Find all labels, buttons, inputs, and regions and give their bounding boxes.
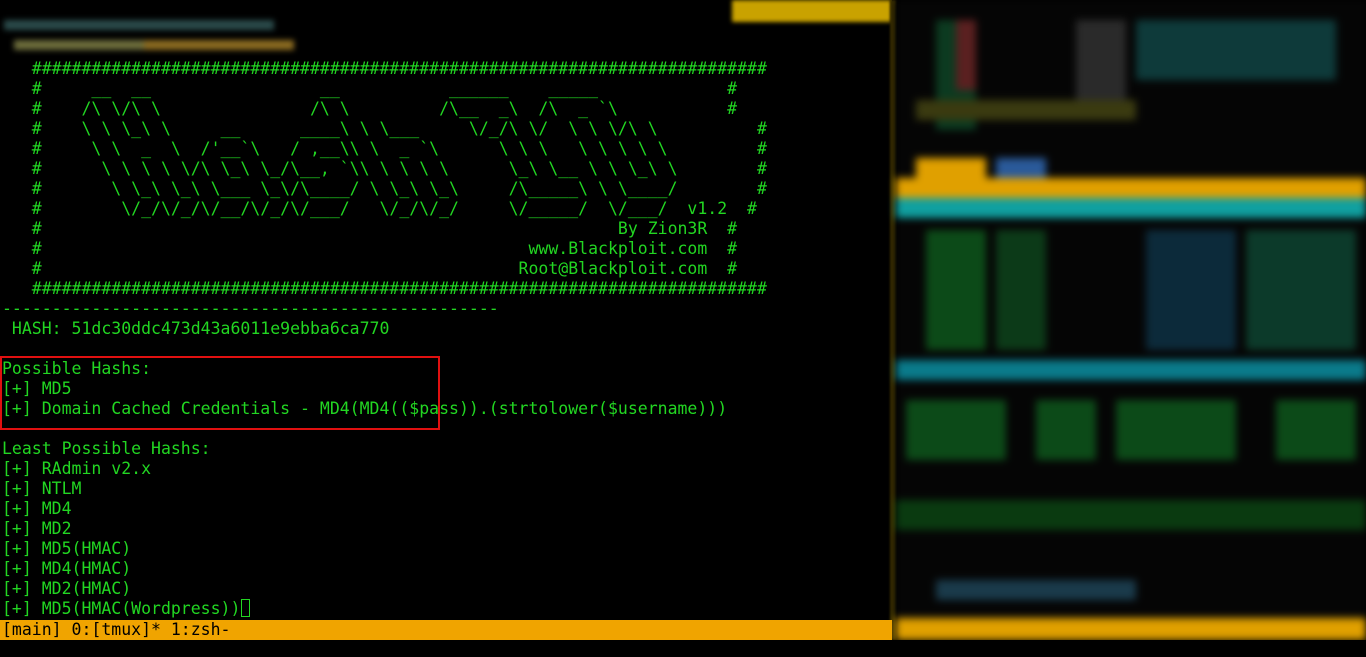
banner-line: # \ \_\ \_\ \___ \_\/\____/ \ \_\ \_\ /\…: [2, 179, 767, 198]
least-hash-item: [+] NTLM: [2, 479, 82, 498]
least-hash-item: [+] RAdmin v2.x: [2, 459, 152, 478]
least-hash-item: [+] MD5(HMAC(Wordpress)): [2, 599, 241, 618]
least-hashes-header: Least Possible Hashs:: [2, 439, 211, 458]
least-hash-item: [+] MD2(HMAC): [2, 579, 132, 598]
blurred-header: [4, 16, 294, 56]
banner-line: ########################################…: [2, 59, 767, 78]
highlight-box: [0, 356, 440, 430]
blurred-right-pane: [896, 0, 1366, 640]
banner-line: # \/_/\/_/\/__/\/_/\/___/ \/_/\/_/ \/___…: [2, 199, 757, 218]
least-hash-item: [+] MD2: [2, 519, 72, 538]
tmux-status-bar[interactable]: [main] 0:[tmux]* 1:zsh-: [0, 620, 892, 640]
screen: ########################################…: [0, 0, 1366, 657]
separator-line: ----------------------------------------…: [2, 299, 499, 318]
banner-line: # \ \ \ \ \/\ \_\ \_/\__, `\\ \ \ \ \ \_…: [2, 159, 767, 178]
terminal-pane[interactable]: ########################################…: [0, 0, 892, 620]
text-cursor: [241, 599, 251, 617]
banner-line: # Root@Blackploit.com #: [2, 259, 738, 278]
least-hash-item: [+] MD4: [2, 499, 72, 518]
prompt-line[interactable]: [+] MD5(HMAC(Wordpress)): [2, 599, 251, 619]
banner-line: # __ __ __ ______ _____ #: [2, 79, 738, 98]
least-hash-item: [+] MD4(HMAC): [2, 559, 132, 578]
banner-line: # By Zion3R #: [2, 219, 738, 238]
banner-line: # \ \ \_\ \ __ ____\ \ \___ \/_/\ \/ \ \…: [2, 119, 767, 138]
hash-line: HASH: 51dc30ddc473d43a6011e9ebba6ca770: [2, 319, 390, 338]
banner-line: ########################################…: [2, 279, 767, 298]
banner-line: # /\ \/\ \ /\ \ /\__ _\ /\ _ `\ #: [2, 99, 738, 118]
blurred-highlight: [732, 0, 892, 22]
banner-line: # \ \ _ \ /'__`\ / ,__\\ \ _ `\ \ \ \ \ …: [2, 139, 767, 158]
least-hash-item: [+] MD5(HMAC): [2, 539, 132, 558]
bottom-strip: [0, 640, 1366, 657]
banner-line: # www.Blackploit.com #: [2, 239, 738, 258]
